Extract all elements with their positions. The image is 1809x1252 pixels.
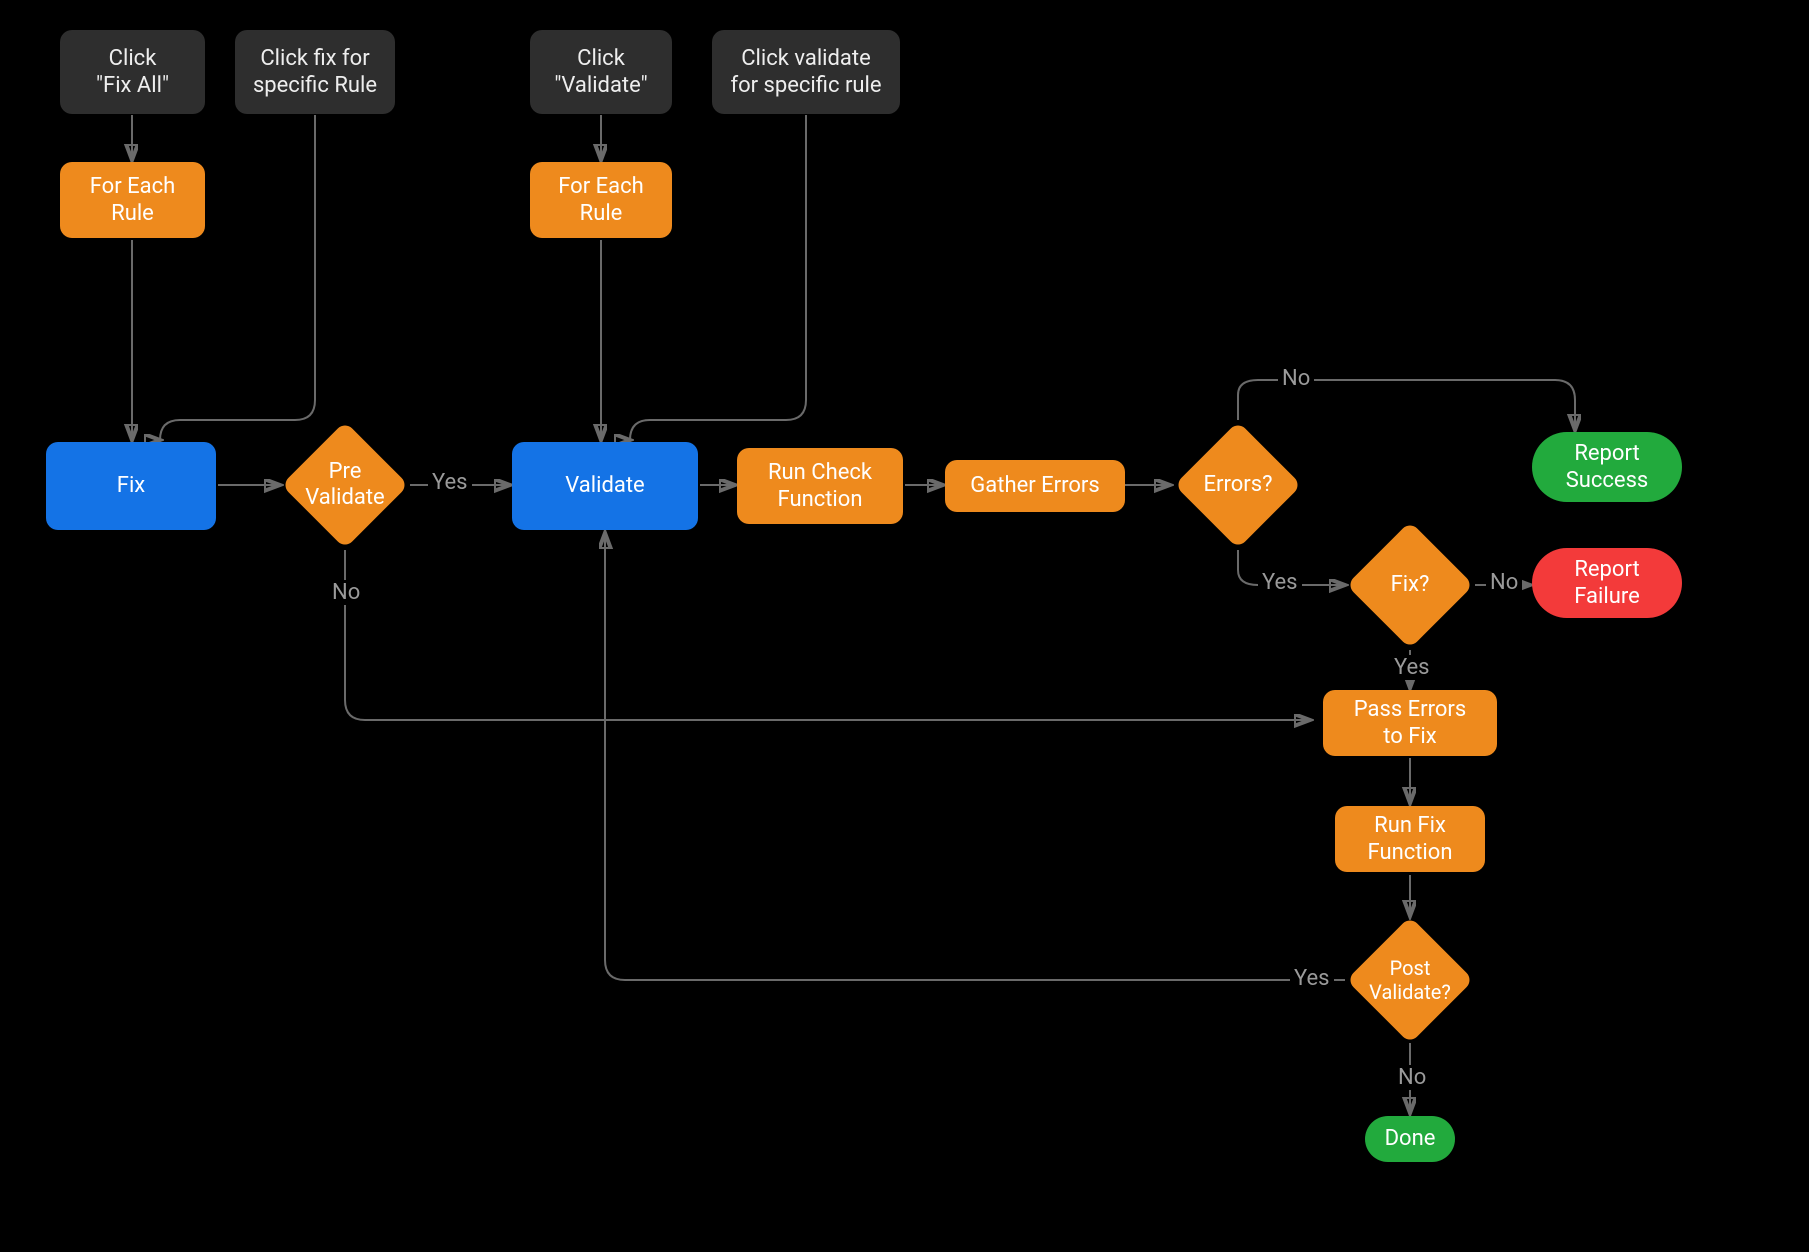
edge-label-postvalidate-no: No: [1394, 1065, 1430, 1090]
node-run-fix: Run Fix Function: [1335, 806, 1485, 872]
node-report-success: Report Success: [1532, 432, 1682, 502]
node-pass-errors: Pass Errors to Fix: [1323, 690, 1497, 756]
diamond-label: Fix?: [1365, 540, 1455, 630]
node-click-fix-all: Click "Fix All": [60, 30, 205, 114]
node-post-validate: Post Validate?: [1365, 935, 1455, 1025]
node-for-each-rule-1: For Each Rule: [60, 162, 205, 238]
edge-label-errors-yes: Yes: [1258, 570, 1302, 595]
diamond-label: Pre Validate: [300, 440, 390, 530]
node-report-failure: Report Failure: [1532, 548, 1682, 618]
node-click-validate-specific: Click validate for specific rule: [712, 30, 900, 114]
edge-label-fix-no: No: [1486, 570, 1522, 595]
node-for-each-rule-2: For Each Rule: [530, 162, 672, 238]
node-pre-validate: Pre Validate: [300, 440, 390, 530]
node-click-validate: Click "Validate": [530, 30, 672, 114]
diamond-label: Errors?: [1193, 440, 1283, 530]
edge-label-errors-no: No: [1278, 366, 1314, 391]
edge-label-prevalidate-yes: Yes: [428, 470, 472, 495]
diamond-label: Post Validate?: [1365, 935, 1455, 1025]
node-run-check: Run Check Function: [737, 448, 903, 524]
node-errors: Errors?: [1193, 440, 1283, 530]
edge-label-fix-yes: Yes: [1390, 655, 1434, 680]
node-click-fix-specific: Click fix for specific Rule: [235, 30, 395, 114]
node-fix-question: Fix?: [1365, 540, 1455, 630]
edge-label-postvalidate-yes: Yes: [1290, 966, 1334, 991]
flow-edges: [0, 0, 1809, 1252]
edge-label-prevalidate-no: No: [328, 580, 364, 605]
node-fix: Fix: [46, 442, 216, 530]
node-validate: Validate: [512, 442, 698, 530]
node-gather-errors: Gather Errors: [945, 460, 1125, 512]
node-done: Done: [1365, 1116, 1455, 1162]
